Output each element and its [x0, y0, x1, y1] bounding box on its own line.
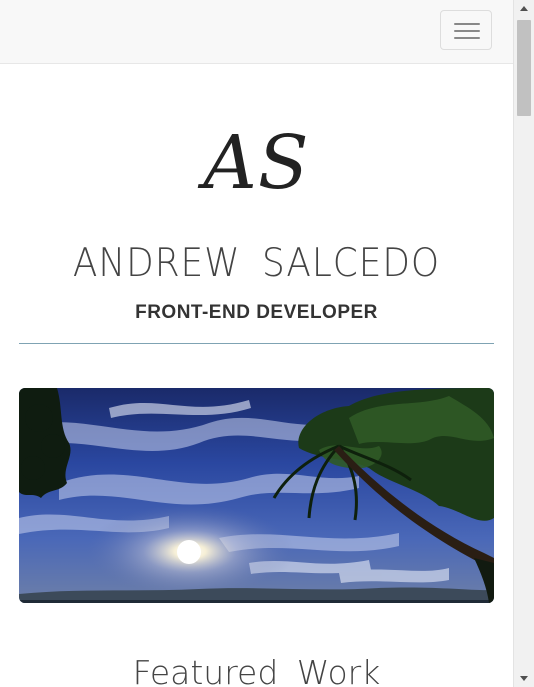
section-title: Featured Work — [132, 653, 381, 687]
vertical-scrollbar[interactable] — [513, 0, 534, 687]
scroll-down-arrow-icon[interactable] — [514, 670, 534, 687]
divider — [19, 343, 494, 344]
hero-image-graphic — [19, 388, 494, 603]
scroll-up-arrow-icon[interactable] — [514, 0, 534, 17]
page-title: ANDREW SALCEDO — [72, 241, 441, 286]
hamburger-menu-icon-line — [454, 30, 480, 32]
page: AS ANDREW SALCEDO FRONT-END DEVELOPER Fe… — [0, 0, 513, 687]
menu-toggle-button[interactable] — [440, 10, 492, 50]
scroll-thumb[interactable] — [517, 20, 531, 116]
navbar — [0, 0, 513, 64]
hamburger-menu-icon — [454, 23, 480, 25]
browser-viewport: AS ANDREW SALCEDO FRONT-END DEVELOPER Fe… — [0, 0, 534, 687]
subtitle: FRONT-END DEVELOPER — [135, 302, 378, 323]
logo-monogram: AS — [203, 120, 310, 206]
hamburger-menu-icon-line — [454, 37, 480, 39]
hero-image — [19, 388, 494, 603]
